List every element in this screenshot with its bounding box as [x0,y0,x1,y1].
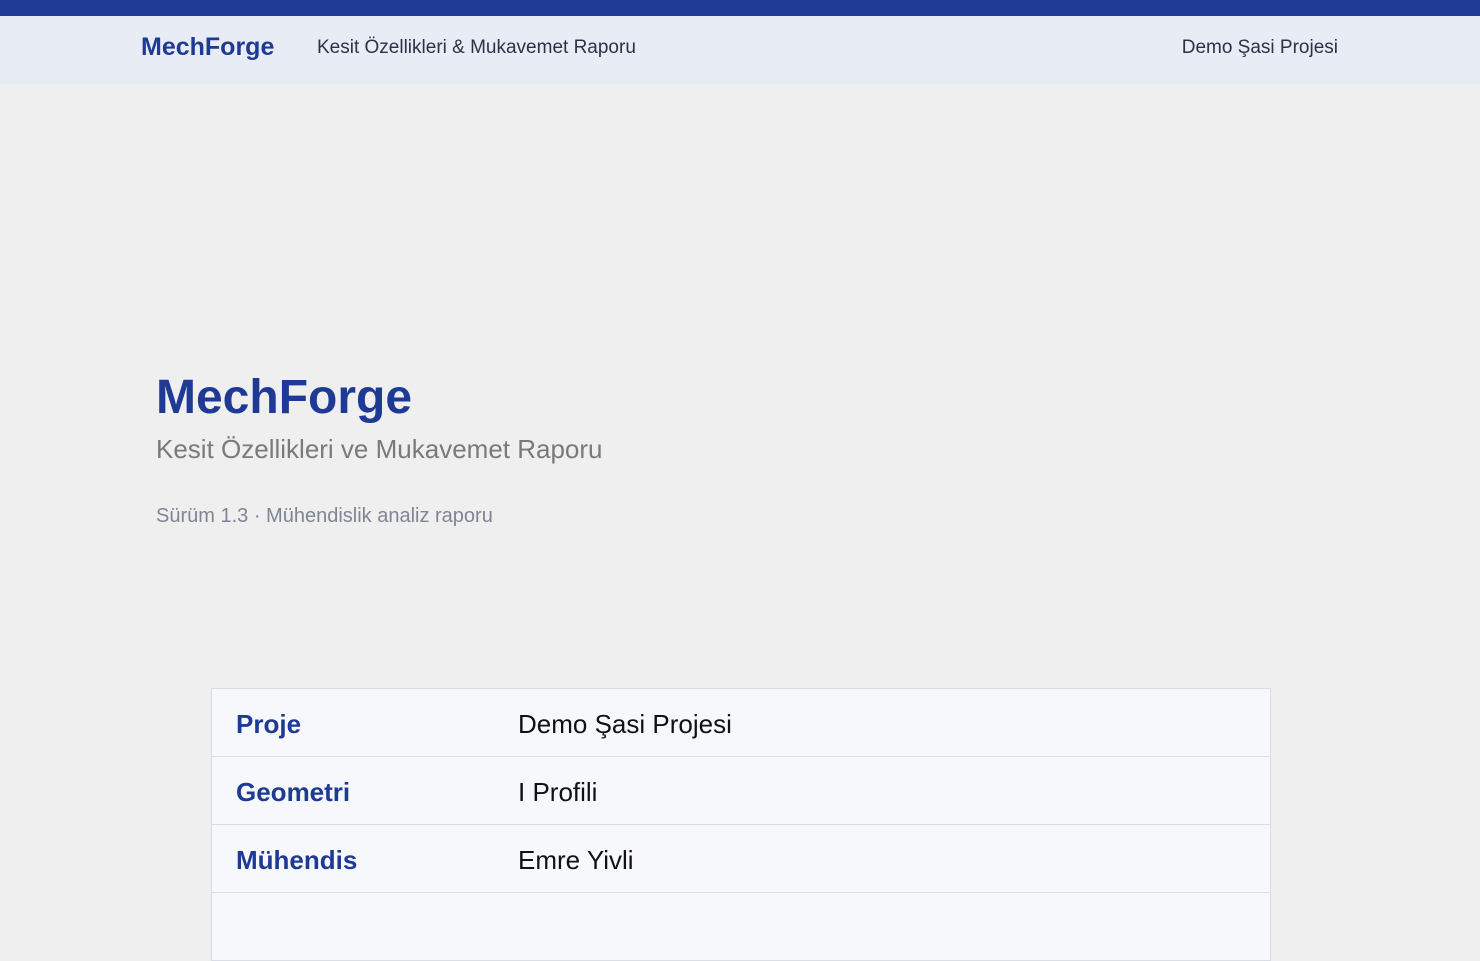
cover-title: MechForge [156,371,413,424]
header-subtitle: Kesit Özellikleri & Mukavemet Raporu [317,37,636,58]
header-project-name: Demo Şasi Projesi [1181,37,1338,58]
top-accent-bar [0,0,1480,16]
header-brand: MechForge [141,33,275,61]
info-row-geometry: Geometri I Profili [212,757,1270,825]
info-value: Demo Şasi Projesi [518,709,732,739]
report-header: MechForge Kesit Özellikleri & Mukavemet … [0,16,1480,84]
info-key: Mühendis [236,845,358,875]
info-value: I Profili [518,777,598,807]
info-key: Proje [236,709,302,739]
cover-version-line: Sürüm 1.3 · Mühendislik analiz raporu [156,505,493,527]
cover-report-name: Kesit Özellikleri ve Mukavemet Raporu [156,434,603,464]
info-row-partial [212,893,1270,961]
project-info-table: Proje Demo Şasi Projesi Geometri I Profi… [211,688,1271,961]
info-value: Emre Yivli [518,845,634,875]
info-row-project: Proje Demo Şasi Projesi [212,689,1270,757]
info-row-engineer: Mühendis Emre Yivli [212,825,1270,893]
info-key: Geometri [236,777,351,807]
